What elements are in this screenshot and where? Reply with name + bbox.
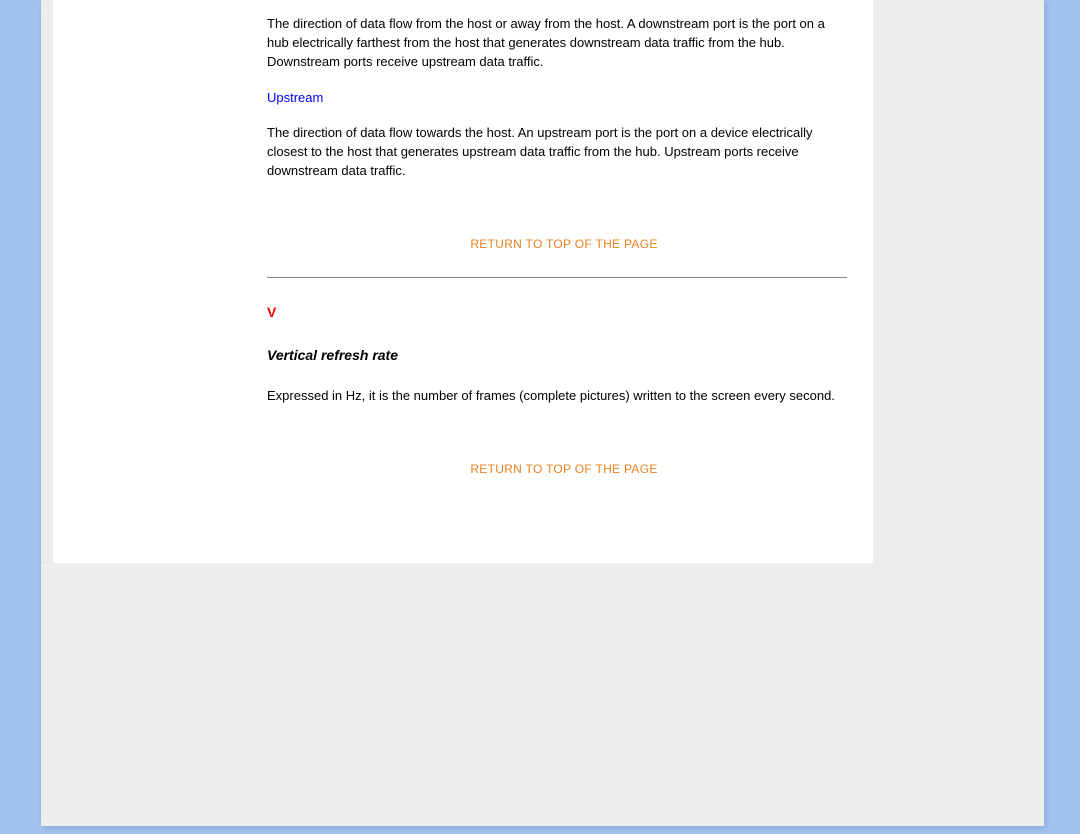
- return-to-top-link-2[interactable]: RETURN TO TOP OF THE PAGE: [267, 461, 861, 478]
- inner-document-frame: The direction of data flow from the host…: [41, 0, 873, 563]
- downstream-definition: The direction of data flow from the host…: [267, 15, 847, 72]
- vertical-refresh-rate-heading: Vertical refresh rate: [267, 345, 861, 365]
- upstream-term: Upstream: [267, 89, 861, 108]
- main-content: The direction of data flow from the host…: [255, 0, 873, 563]
- left-sidebar: [53, 0, 255, 563]
- outer-page-frame: The direction of data flow from the host…: [41, 0, 1044, 826]
- upstream-definition: The direction of data flow towards the h…: [267, 124, 847, 181]
- vertical-refresh-rate-definition: Expressed in Hz, it is the number of fra…: [267, 387, 847, 406]
- section-letter-v: V: [267, 302, 861, 322]
- section-divider: [267, 277, 847, 278]
- return-to-top-link[interactable]: RETURN TO TOP OF THE PAGE: [267, 236, 861, 253]
